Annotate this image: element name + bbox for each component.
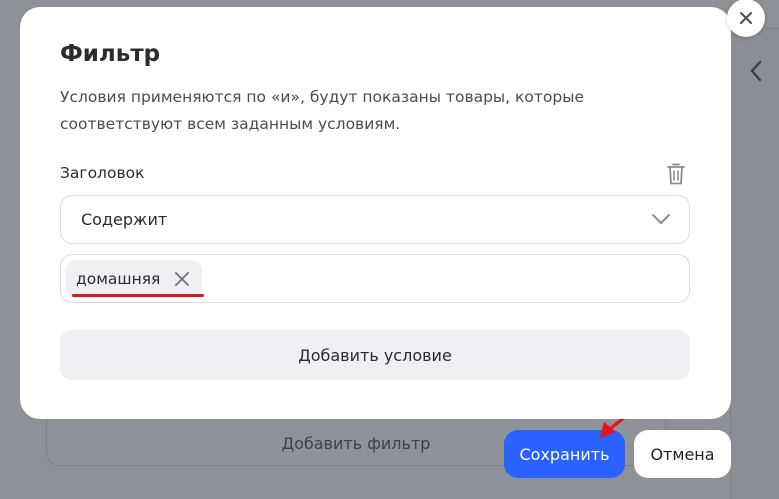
- trash-icon[interactable]: [666, 162, 686, 186]
- tag-chip: домашняя: [66, 260, 203, 298]
- chevron-down-icon: [652, 214, 670, 224]
- tag-label: домашняя: [76, 270, 161, 288]
- side-panel: [730, 28, 779, 499]
- close-icon: [175, 272, 190, 286]
- add-condition-button[interactable]: Добавить условие: [60, 330, 690, 380]
- modal-description: Условия применяются по «и», будут показа…: [60, 88, 584, 133]
- modal-title: Фильтр: [60, 41, 161, 67]
- condition-select[interactable]: Содержит: [60, 195, 690, 244]
- close-icon: [740, 12, 752, 24]
- chevron-left-icon[interactable]: [744, 56, 768, 86]
- tag-remove-button[interactable]: [174, 271, 190, 287]
- filter-modal: Фильтр Условия применяются по «и», будут…: [20, 0, 765, 419]
- condition-select-value: Содержит: [81, 210, 168, 229]
- close-button[interactable]: [727, 0, 765, 37]
- field-label: Заголовок: [60, 164, 145, 182]
- add-filter-label: Добавить фильтр: [281, 434, 431, 453]
- highlight-underline: [72, 294, 204, 297]
